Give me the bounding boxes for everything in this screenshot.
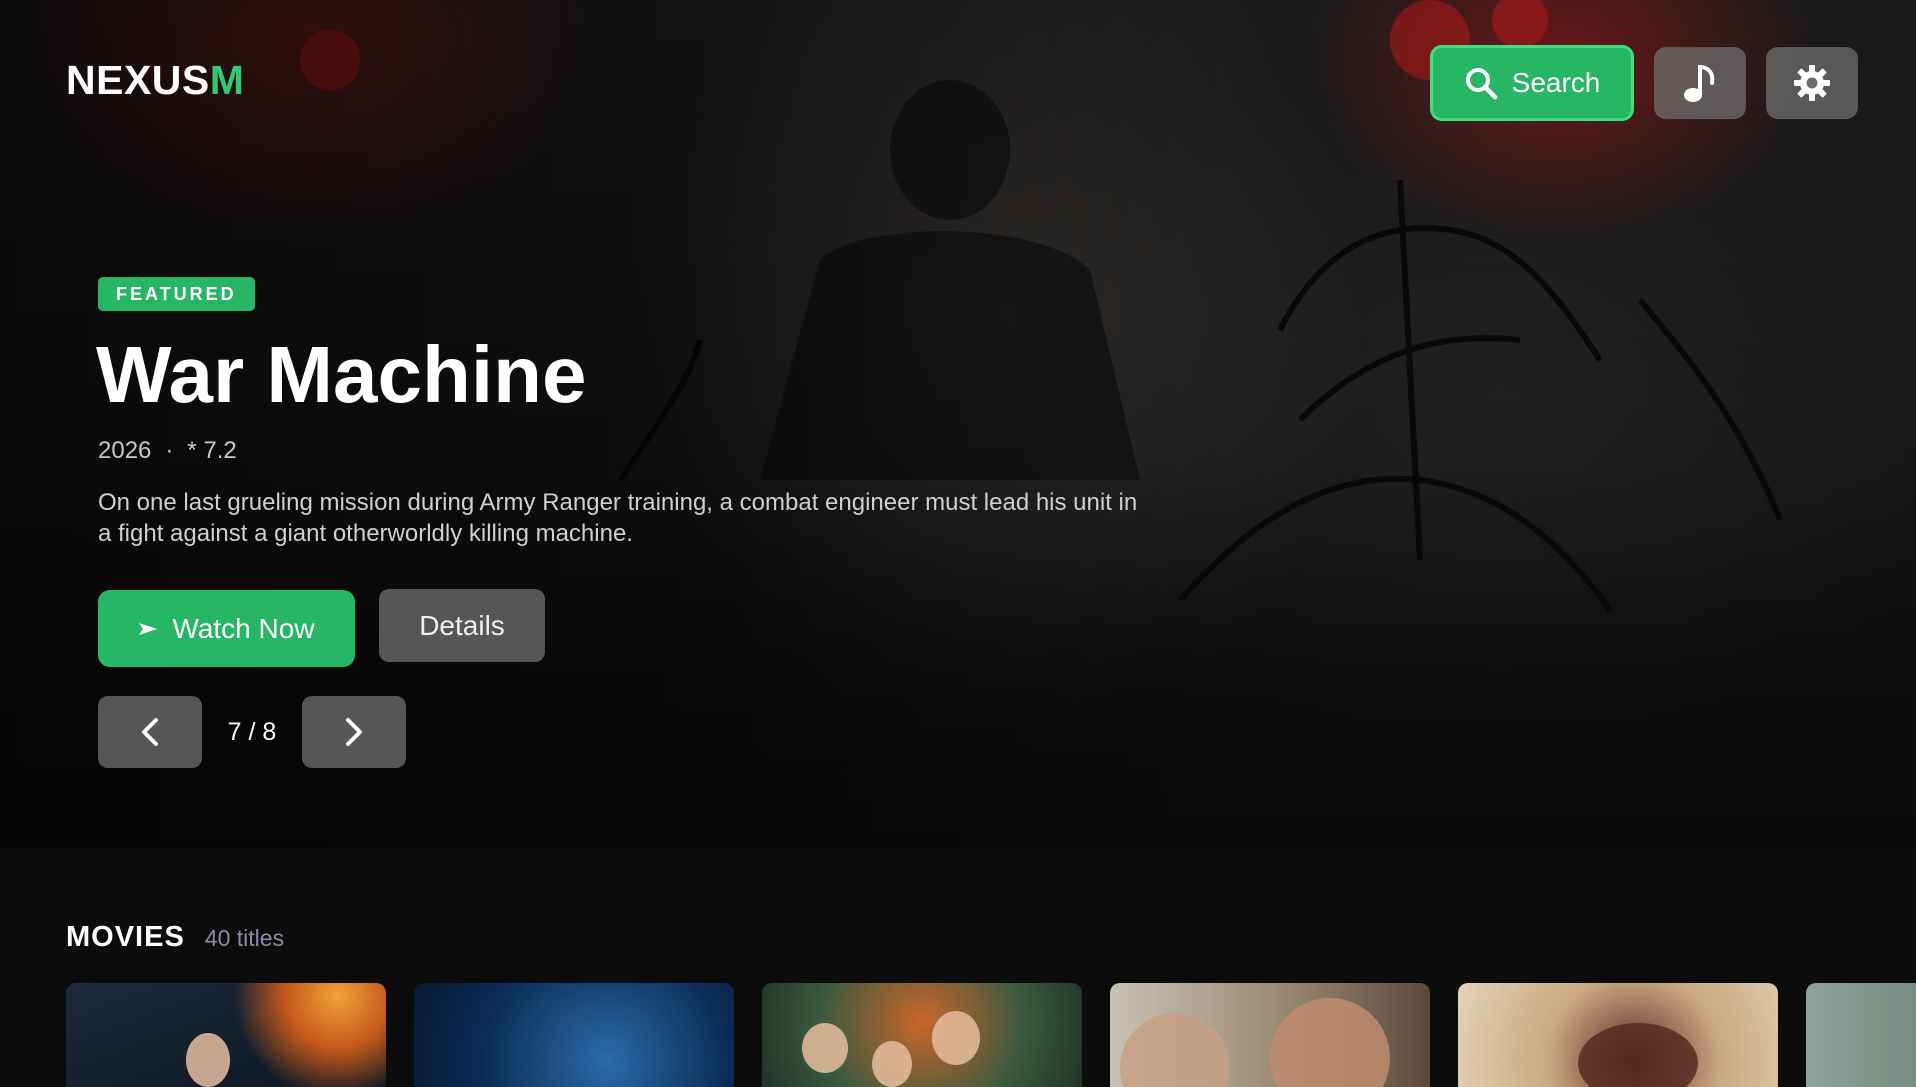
details-label: Details	[419, 609, 505, 641]
logo-accent-letter: M	[209, 57, 245, 103]
featured-badge: FEATURED	[98, 277, 255, 311]
movie-poster[interactable]	[1458, 983, 1778, 1087]
movie-poster[interactable]	[1110, 983, 1430, 1087]
search-button[interactable]: Search	[1430, 45, 1634, 121]
hero-meta: 2026 · * 7.2	[98, 437, 237, 465]
poster-figure	[186, 1033, 230, 1087]
search-icon	[1465, 68, 1497, 100]
movie-poster[interactable]	[414, 983, 734, 1087]
movie-poster[interactable]	[66, 983, 386, 1087]
section-title: MOVIES	[66, 921, 185, 953]
music-note-icon	[1684, 64, 1715, 102]
top-actions: Search	[1430, 45, 1858, 121]
meta-separator: ·	[165, 437, 174, 464]
poster-figure	[1578, 1023, 1698, 1087]
rating: * 7.2	[187, 437, 237, 464]
settings-button[interactable]	[1766, 47, 1858, 119]
movies-section-header: MOVIES 40 titles	[66, 921, 284, 954]
logo-text: NEXUS	[66, 57, 210, 103]
search-label: Search	[1511, 67, 1601, 98]
play-icon	[139, 622, 158, 635]
music-button[interactable]	[1654, 47, 1746, 119]
gear-icon	[1794, 65, 1830, 101]
poster-figure	[1270, 998, 1390, 1087]
watch-now-button[interactable]: Watch Now	[98, 590, 355, 667]
section-count: 40 titles	[204, 925, 285, 951]
previous-button[interactable]	[98, 696, 202, 768]
hero-pager: 7 / 8	[98, 696, 406, 768]
movie-poster[interactable]	[762, 983, 1082, 1087]
poster-figure	[932, 1011, 980, 1065]
next-button[interactable]	[302, 696, 406, 768]
watch-now-label: Watch Now	[172, 612, 315, 644]
poster-figure	[802, 1023, 848, 1073]
app-logo[interactable]: NEXUSM	[66, 60, 244, 101]
movie-poster[interactable]	[1806, 983, 1916, 1087]
details-button[interactable]: Details	[379, 589, 545, 662]
hero-description: On one last grueling mission during Army…	[98, 489, 1138, 547]
chevron-left-icon	[142, 718, 158, 746]
movies-row	[66, 983, 1916, 1087]
release-year: 2026	[98, 437, 152, 464]
hero-title: War Machine	[96, 330, 587, 419]
poster-figure	[1120, 1013, 1230, 1087]
poster-figure	[872, 1041, 912, 1087]
chevron-right-icon	[346, 718, 362, 746]
pager-indicator: 7 / 8	[227, 717, 277, 746]
